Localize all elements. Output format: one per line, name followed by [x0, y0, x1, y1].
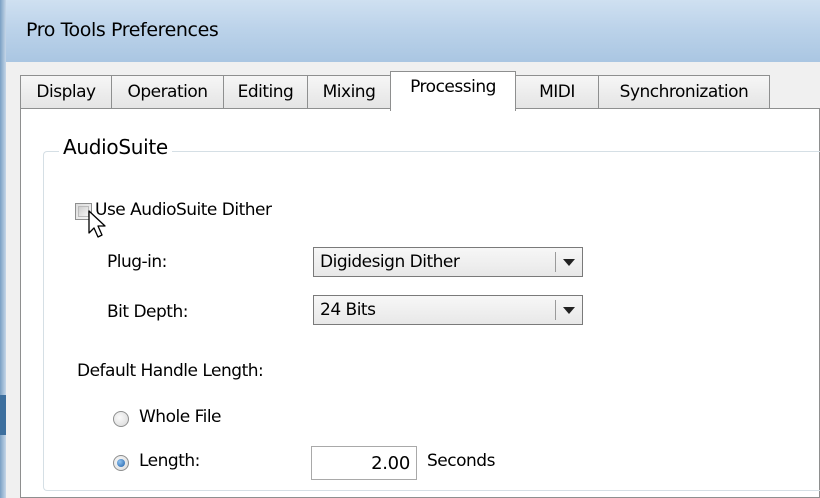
tab-synchronization[interactable]: Synchronization: [598, 75, 770, 109]
dialog-body: Display Operation Editing Mixing Process…: [6, 62, 820, 498]
bit-depth-dropdown[interactable]: 24 Bits: [313, 295, 583, 325]
audiosuite-group-title: AudioSuite: [59, 135, 172, 159]
length-radio[interactable]: [113, 455, 129, 471]
whole-file-label[interactable]: Whole File: [139, 407, 222, 427]
tab-operation[interactable]: Operation: [111, 75, 224, 109]
tab-display[interactable]: Display: [20, 75, 112, 109]
length-unit-label: Seconds: [427, 451, 495, 471]
title-bar[interactable]: Pro Tools Preferences: [6, 0, 820, 63]
tab-processing[interactable]: Processing: [390, 71, 516, 111]
tab-mixing[interactable]: Mixing: [307, 75, 391, 109]
window-title: Pro Tools Preferences: [26, 19, 219, 41]
use-audiosuite-dither-label[interactable]: Use AudioSuite Dither: [95, 200, 272, 220]
bit-depth-dropdown-value: 24 Bits: [320, 300, 376, 320]
processing-page: AudioSuite Use AudioSuite Dither Plug-in…: [20, 108, 820, 498]
whole-file-radio[interactable]: [113, 411, 129, 427]
length-label[interactable]: Length:: [139, 451, 200, 471]
plugin-label: Plug-in:: [107, 252, 167, 272]
chevron-down-icon[interactable]: [563, 259, 575, 266]
plugin-dropdown[interactable]: Digidesign Dither: [313, 247, 583, 277]
length-input-value: 2.00: [371, 453, 410, 474]
tab-midi[interactable]: MIDI: [515, 75, 599, 109]
default-handle-length-label: Default Handle Length:: [77, 361, 264, 381]
plugin-dropdown-value: Digidesign Dither: [320, 252, 460, 272]
bit-depth-label: Bit Depth:: [107, 302, 188, 322]
chevron-down-icon[interactable]: [563, 307, 575, 314]
tab-editing[interactable]: Editing: [223, 75, 308, 109]
length-input[interactable]: 2.00: [311, 446, 417, 480]
